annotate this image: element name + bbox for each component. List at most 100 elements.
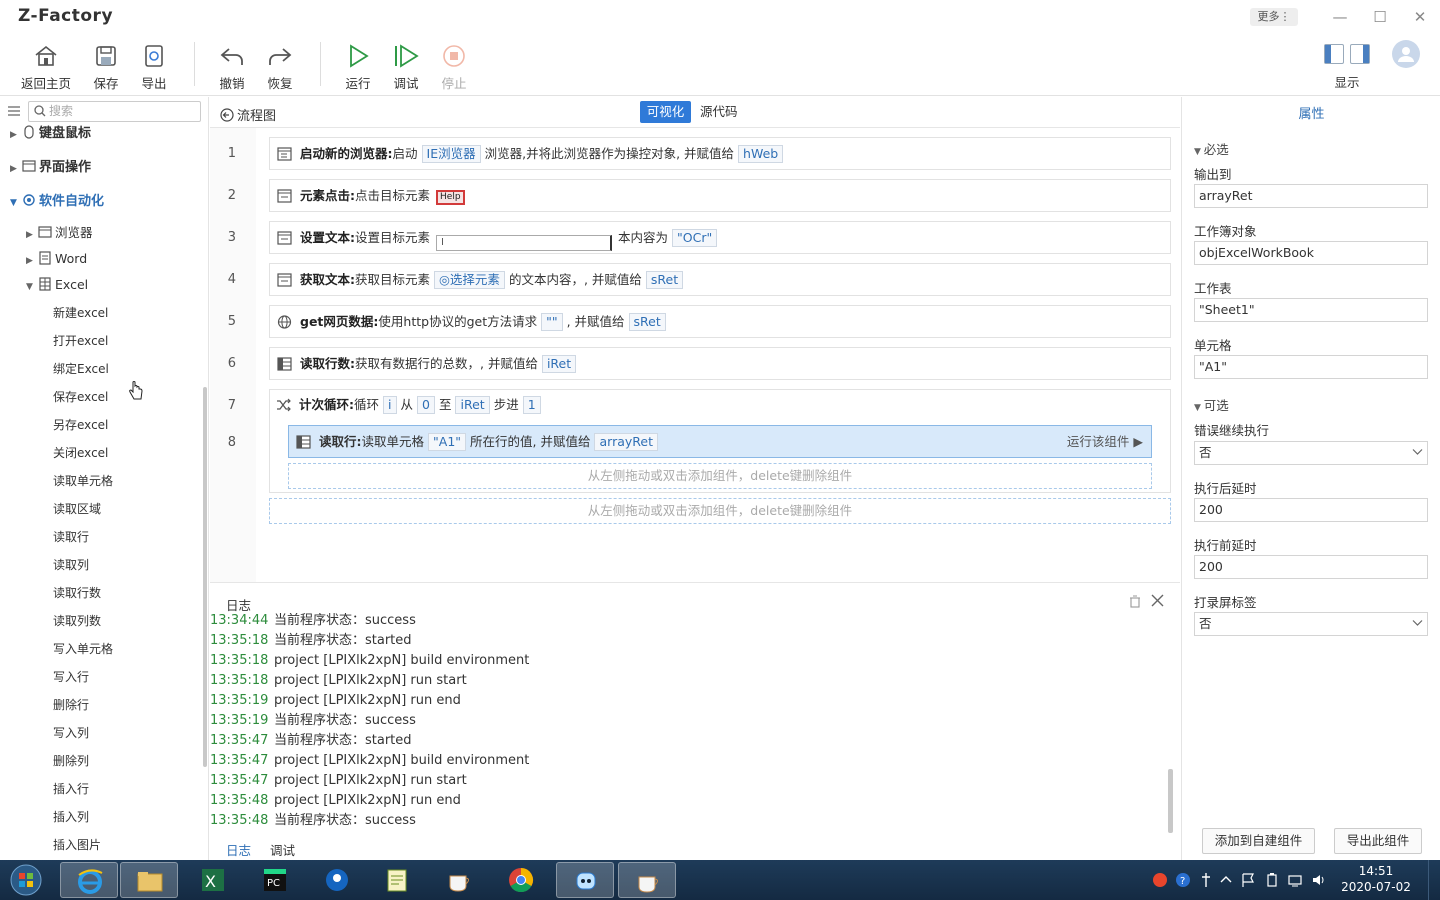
tree-sub-word[interactable]: ▶ Word [26,249,87,269]
redo-button[interactable]: 恢复 [262,42,298,91]
taskbar-notepad[interactable] [368,862,426,898]
step-param[interactable]: arrayRet [594,433,658,451]
sidebar-scrollbar[interactable] [203,387,207,767]
loop-dropzone[interactable]: 从左侧拖动或双击添加组件，delete键删除组件 [288,463,1152,489]
step-param[interactable]: hWeb [738,145,784,163]
excel-component-item[interactable]: 写入行 [53,667,89,687]
save-button[interactable]: 保存 [88,42,124,91]
avatar[interactable] [1392,40,1420,68]
flow-step-element-click[interactable]: 元素点击:点击目标元素 Help [269,179,1171,212]
network-icon[interactable] [1287,872,1303,888]
clear-log-icon[interactable] [1129,595,1141,608]
flow-step-count-loop[interactable]: 计次循环:循环 i 从 0 至 iRet 步进 1 [269,389,1171,422]
flow-step-launch-browser[interactable]: 启动新的浏览器:启动 IE浏览器 浏览器,并将此浏览器作为操控对象, 并赋值给 hWe… [269,137,1171,170]
excel-component-item[interactable]: 读取单元格 [53,471,113,491]
step-param[interactable]: i [383,396,397,414]
sheet-input[interactable]: "Sheet1" [1194,298,1428,322]
tree-category-software[interactable]: ▼ 软件自动化 [10,192,104,212]
taskbar-explorer[interactable] [120,862,178,898]
excel-component-item[interactable]: 读取区域 [53,499,101,519]
start-button[interactable] [6,862,46,898]
record-tag-select[interactable]: 否 [1194,612,1428,636]
home-button[interactable]: 返回主页 [18,42,74,91]
target-element-thumbnail[interactable]: I [436,235,613,251]
select-element-button[interactable]: ◎选择元素 [434,271,505,289]
after-delay-input[interactable]: 200 [1194,498,1428,522]
cell-input[interactable]: "A1" [1194,355,1428,379]
excel-component-item[interactable]: 读取行数 [53,583,101,603]
main-dropzone[interactable]: 从左侧拖动或双击添加组件，delete键删除组件 [269,498,1171,524]
excel-component-item[interactable]: 保存excel [53,387,108,407]
flow-step-read-row-count[interactable]: 读取行数:获取有数据行的总数，, 并赋值给 iRet [269,347,1171,380]
undo-button[interactable]: 撤销 [214,42,250,91]
error-continue-select[interactable]: 否 [1194,441,1428,465]
excel-component-item[interactable]: 关闭excel [53,443,108,463]
step-param[interactable]: "" [541,313,563,331]
debug-button[interactable]: 调试 [388,42,424,91]
step-param[interactable]: "OCr" [672,229,718,247]
menu-icon[interactable] [8,106,20,116]
target-element-thumbnail[interactable]: Help [436,190,465,205]
optional-section[interactable]: ▼ 可选 [1194,395,1229,414]
close-window-button[interactable]: ✕ [1408,6,1432,28]
tab-source[interactable]: 源代码 [700,101,738,123]
minimize-button[interactable]: — [1328,6,1352,28]
step-param[interactable]: sRet [645,271,684,289]
step-param[interactable]: iRet [541,355,577,373]
chevron-up-icon[interactable] [1218,872,1234,888]
usb-icon[interactable] [1198,872,1214,888]
excel-component-item[interactable]: 新建excel [53,303,108,323]
tree-sub-excel[interactable]: ▼ Excel [26,275,88,295]
excel-component-item[interactable]: 写入列 [53,723,89,743]
taskbar-java[interactable] [430,862,488,898]
more-button[interactable]: 更多⋮ [1250,8,1298,26]
tab-debug[interactable]: 调试 [270,840,295,859]
tray-app-icon[interactable] [1152,872,1168,888]
flag-icon[interactable] [1240,872,1256,888]
show-desktop-button[interactable] [1428,860,1440,900]
tree-category-keyboard[interactable]: ▶ 键盘鼠标 [10,124,91,144]
excel-component-item[interactable]: 读取行 [53,527,89,547]
taskbar-maps[interactable] [308,862,366,898]
step-param[interactable]: iRet [455,396,490,414]
step-param[interactable]: 0 [417,396,435,414]
tab-log[interactable]: 日志 [226,840,251,859]
flow-step-http-get[interactable]: get网页数据:使用http协议的get方法请求 "", 并赋值给 sRet [269,305,1171,338]
excel-component-item[interactable]: 删除列 [53,751,89,771]
flow-step-get-text[interactable]: 获取文本:获取目标元素 ◎选择元素 的文本内容，, 并赋值给 sRet [269,263,1171,296]
output-input[interactable]: arrayRet [1194,184,1428,208]
run-button[interactable]: 运行 [340,42,376,91]
flow-back-button[interactable]: 流程图 [220,105,276,124]
close-log-icon[interactable] [1151,594,1164,607]
taskbar-pycharm[interactable]: PC [246,862,304,898]
export-button[interactable]: 导出 [136,42,172,91]
stop-button[interactable]: 停止 [436,42,472,91]
workbook-input[interactable]: objExcelWorkBook [1194,241,1428,265]
log-scrollbar[interactable] [1168,769,1173,833]
search-input[interactable]: 搜索 [28,101,201,122]
toggle-left-panel-button[interactable] [1324,44,1344,64]
taskbar-java-2[interactable] [618,862,676,898]
tree-category-ui[interactable]: ▶ 界面操作 [10,158,91,178]
excel-component-item[interactable]: 另存excel [53,415,108,435]
battery-icon[interactable] [1264,872,1280,888]
clock[interactable]: 14:51 2020-07-02 [1340,863,1412,895]
volume-icon[interactable] [1311,872,1327,888]
step-param[interactable]: IE浏览器 [421,145,481,163]
excel-component-item[interactable]: 删除行 [53,695,89,715]
excel-component-item[interactable]: 绑定Excel [53,359,109,379]
export-component-button[interactable]: 导出此组件 [1334,828,1422,854]
required-section[interactable]: ▼ 必选 [1194,139,1229,158]
flow-step-set-text[interactable]: 设置文本:设置目标元素 I 本内容为 "OCr" [269,221,1171,254]
excel-component-item[interactable]: 打开excel [53,331,108,351]
taskbar-ie[interactable] [60,862,118,898]
excel-component-item[interactable]: 插入行 [53,779,89,799]
excel-component-item[interactable]: 写入单元格 [53,639,113,659]
add-to-custom-button[interactable]: 添加到自建组件 [1202,828,1315,854]
flow-step-read-row[interactable]: 读取行:读取单元格 "A1" 所在行的值, 并赋值给 arrayRet 运行该组件 ▶ [288,425,1152,458]
help-icon[interactable]: ? [1175,872,1191,888]
maximize-button[interactable]: ☐ [1368,6,1392,28]
taskbar-chrome[interactable] [492,862,550,898]
taskbar-excel[interactable]: X [184,862,242,898]
excel-component-item[interactable]: 读取列 [53,555,89,575]
